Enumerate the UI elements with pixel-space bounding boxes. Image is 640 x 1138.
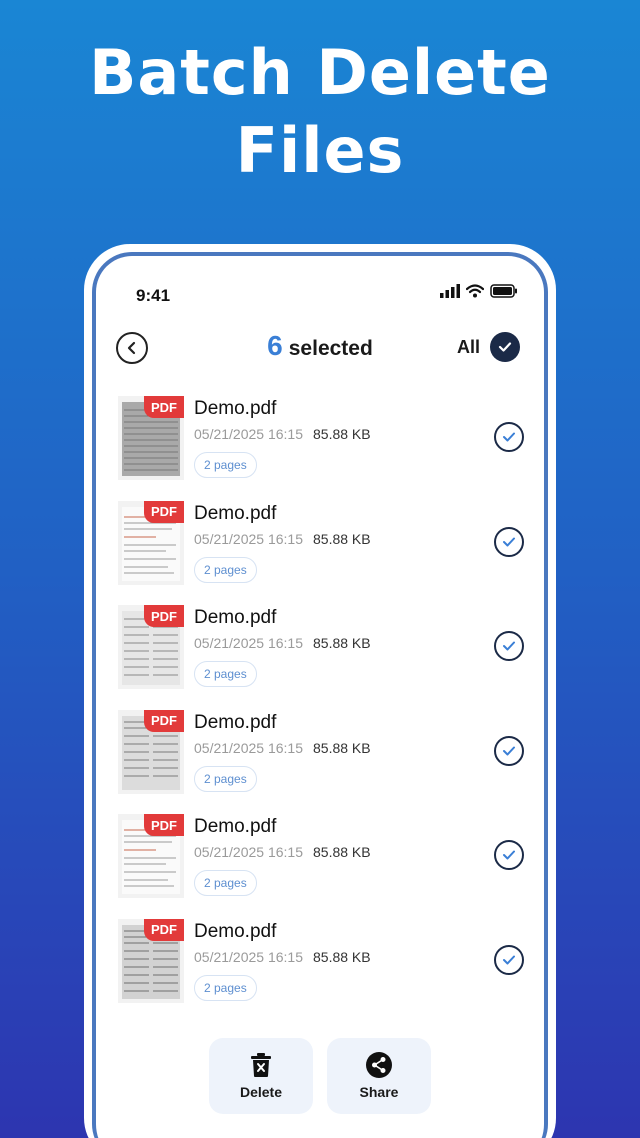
page-count-pill: 2 pages [194, 870, 257, 896]
share-icon [366, 1052, 392, 1078]
status-icons [440, 284, 518, 298]
status-bar: 9:41 [96, 256, 544, 316]
selected-count: 6 [267, 330, 283, 361]
select-all-check[interactable] [490, 332, 520, 362]
file-name: Demo.pdf [194, 711, 277, 733]
battery-icon [490, 284, 517, 298]
pdf-thumbnail: PDF [118, 814, 184, 898]
headline: Batch Delete Files [0, 34, 640, 190]
phone-frame: 9:41 6 selected All PDF Demo.pdf 05/21/2… [84, 244, 556, 1138]
file-date: 05/21/2025 16:15 [194, 426, 303, 442]
trash-icon [251, 1053, 271, 1077]
page-count-pill: 2 pages [194, 452, 257, 478]
check-icon [503, 955, 515, 964]
signal-icon [440, 284, 460, 298]
file-row[interactable]: PDF Demo.pdf 05/21/2025 16:15 85.88 KB 2 … [96, 709, 544, 815]
check-icon [503, 432, 515, 442]
file-name: Demo.pdf [194, 502, 277, 524]
page-count-pill: 2 pages [194, 661, 257, 687]
file-date: 05/21/2025 16:15 [194, 530, 303, 547]
delete-button[interactable]: Delete [209, 1038, 313, 1114]
row-check[interactable] [494, 735, 524, 766]
row-check[interactable] [494, 944, 524, 975]
wifi-icon [466, 284, 484, 298]
file-size: 85.88 KB [313, 530, 371, 547]
file-name: Demo.pdf [194, 607, 277, 628]
file-size: 85.88 KB [313, 635, 371, 651]
file-name: Demo.pdf [194, 920, 277, 942]
file-row[interactable]: PDF Demo.pdf 05/21/2025 16:15 85.88 KB 2 … [96, 605, 544, 710]
file-meta: 05/21/2025 16:15 85.88 KB [194, 740, 371, 756]
pdf-badge: PDF [144, 500, 184, 523]
file-row[interactable]: PDF Demo.pdf 05/21/2025 16:15 85.88 KB 2 … [96, 500, 544, 606]
file-list: PDF Demo.pdf 05/21/2025 16:15 85.88 KB 2 … [96, 396, 544, 1023]
check-icon [503, 850, 515, 860]
pdf-thumbnail: PDF [118, 709, 184, 794]
row-check[interactable] [494, 422, 524, 452]
file-meta: 05/21/2025 16:15 85.88 KB [194, 635, 371, 651]
selection-toolbar: 6 selected All [96, 328, 544, 368]
file-meta: 05/21/2025 16:15 85.88 KB [194, 531, 371, 547]
file-date: 05/21/2025 16:15 [194, 948, 303, 965]
check-icon [503, 641, 515, 651]
file-date: 05/21/2025 16:15 [194, 635, 303, 651]
check-icon [503, 537, 515, 546]
bottom-actions: Delete Share [96, 1038, 544, 1114]
file-size: 85.88 KB [313, 739, 371, 756]
file-size: 85.88 KB [313, 426, 371, 442]
pdf-badge: PDF [144, 605, 184, 627]
file-meta: 05/21/2025 16:15 85.88 KB [194, 949, 371, 965]
pdf-badge: PDF [144, 396, 184, 418]
page-count-pill: 2 pages [194, 556, 257, 583]
pdf-thumbnail: PDF [118, 396, 184, 480]
phone-screen: 9:41 6 selected All PDF Demo.pdf 05/21/2… [92, 252, 548, 1138]
select-all-label: All [456, 336, 480, 357]
file-meta: 05/21/2025 16:15 85.88 KB [194, 844, 371, 860]
headline-line-1: Batch Delete [89, 36, 551, 109]
pdf-thumbnail: PDF [118, 605, 184, 689]
file-meta: 05/21/2025 16:15 85.88 KB [194, 426, 371, 442]
page-count-pill: 2 pages [194, 974, 257, 1001]
select-all-toggle[interactable]: All [457, 332, 520, 362]
share-label: Share [359, 1084, 399, 1100]
file-date: 05/21/2025 16:15 [194, 844, 303, 860]
pdf-thumbnail: PDF [118, 918, 184, 1003]
file-row[interactable]: PDF Demo.pdf 05/21/2025 16:15 85.88 KB 2 … [96, 396, 544, 501]
delete-label: Delete [239, 1084, 283, 1100]
file-name: Demo.pdf [194, 398, 277, 419]
check-icon [498, 342, 512, 352]
selected-label: selected [288, 337, 373, 360]
row-check[interactable] [494, 526, 524, 557]
check-icon [503, 746, 515, 755]
row-check[interactable] [494, 840, 524, 870]
share-button[interactable]: Share [327, 1038, 431, 1114]
headline-line-2: Files [235, 114, 405, 187]
pdf-badge: PDF [144, 814, 184, 836]
file-size: 85.88 KB [313, 948, 371, 965]
pdf-thumbnail: PDF [118, 500, 184, 585]
page-count-pill: 2 pages [194, 765, 257, 792]
status-time: 9:41 [136, 286, 171, 305]
file-row[interactable]: PDF Demo.pdf 05/21/2025 16:15 85.88 KB 2 … [96, 918, 544, 1024]
file-name: Demo.pdf [194, 816, 277, 837]
file-size: 85.88 KB [313, 844, 371, 860]
pdf-badge: PDF [144, 709, 184, 732]
file-row[interactable]: PDF Demo.pdf 05/21/2025 16:15 85.88 KB 2 … [96, 814, 544, 919]
row-check[interactable] [494, 631, 524, 661]
pdf-badge: PDF [144, 918, 184, 941]
file-date: 05/21/2025 16:15 [194, 739, 303, 756]
